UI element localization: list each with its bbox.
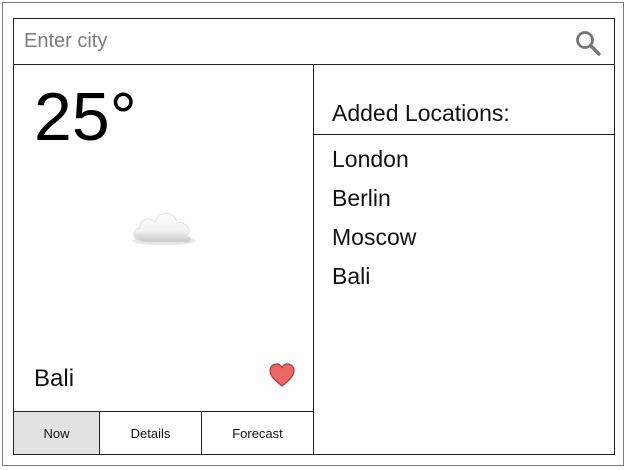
location-item-moscow[interactable]: Moscow <box>332 223 416 262</box>
locations-list: London Berlin Moscow Bali <box>332 145 416 301</box>
tab-now[interactable]: Now <box>14 412 100 454</box>
search-icon <box>576 31 601 56</box>
tab-forecast[interactable]: Forecast <box>202 412 313 454</box>
current-city-name: Bali <box>34 365 75 392</box>
location-item-berlin[interactable]: Berlin <box>332 184 416 223</box>
location-item-london[interactable]: London <box>332 145 416 184</box>
tab-details[interactable]: Details <box>100 412 202 454</box>
weather-tabs: Now Details Forecast <box>14 411 313 454</box>
locations-header: Added Locations: <box>314 65 614 135</box>
location-item-bali[interactable]: Bali <box>332 262 416 301</box>
cloud-icon <box>128 203 200 251</box>
favorite-button[interactable] <box>268 361 296 389</box>
weather-app: 25° Bali Now Details <box>13 18 615 455</box>
heart-icon <box>269 363 295 387</box>
current-weather-panel: 25° Bali Now Details Forecast <box>14 65 314 454</box>
city-search-input[interactable] <box>14 19 554 64</box>
search-button[interactable] <box>574 29 602 57</box>
search-bar <box>14 19 614 65</box>
temperature-value: 25° <box>34 79 137 155</box>
locations-title: Added Locations: <box>332 100 510 126</box>
added-locations-panel: Added Locations: London Berlin Moscow Ba… <box>314 65 614 454</box>
